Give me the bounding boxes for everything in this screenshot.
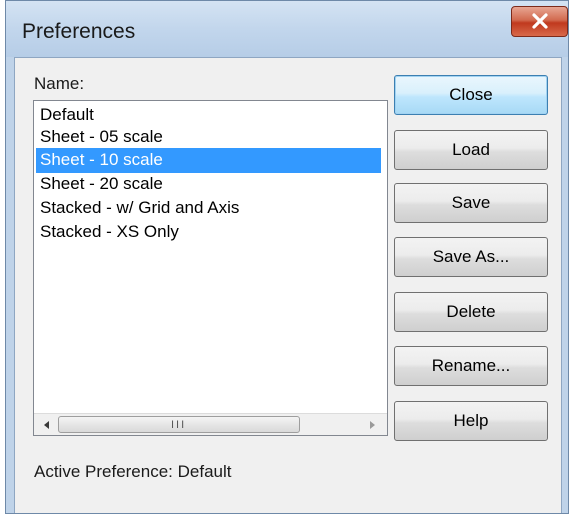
close-x-icon [532,13,548,29]
delete-button[interactable]: Delete [394,292,548,332]
dialog-body: Name: Default Sheet - 05 scale Sheet - 1… [14,57,562,513]
close-button[interactable]: Close [394,75,548,115]
scroll-left-arrow-icon[interactable] [40,418,54,432]
list-item[interactable]: Sheet - 05 scale [36,125,381,150]
title-close-button[interactable] [511,6,568,37]
list-item-selected[interactable]: Sheet - 10 scale [36,148,381,173]
preferences-list[interactable]: Default Sheet - 05 scale Sheet - 10 scal… [33,100,388,436]
horizontal-scrollbar[interactable]: III [34,413,387,435]
save-button[interactable]: Save [394,183,548,223]
active-preference-label: Active Preference: Default [34,462,232,481]
scrollbar-thumb[interactable]: III [58,416,300,433]
save-as-button[interactable]: Save As... [394,237,548,277]
dialog-title: Preferences [22,20,136,43]
name-label: Name: [34,74,85,93]
list-item[interactable]: Sheet - 20 scale [36,172,381,197]
rename-button[interactable]: Rename... [394,346,548,386]
title-bar[interactable]: Preferences [6,1,568,57]
scrollbar-grip: III [171,419,187,431]
list-item[interactable]: Stacked - XS Only [36,220,381,245]
load-button[interactable]: Load [394,130,548,170]
scroll-right-arrow-icon[interactable] [365,418,379,432]
help-button[interactable]: Help [394,401,548,441]
list-item[interactable]: Stacked - w/ Grid and Axis [36,196,381,221]
